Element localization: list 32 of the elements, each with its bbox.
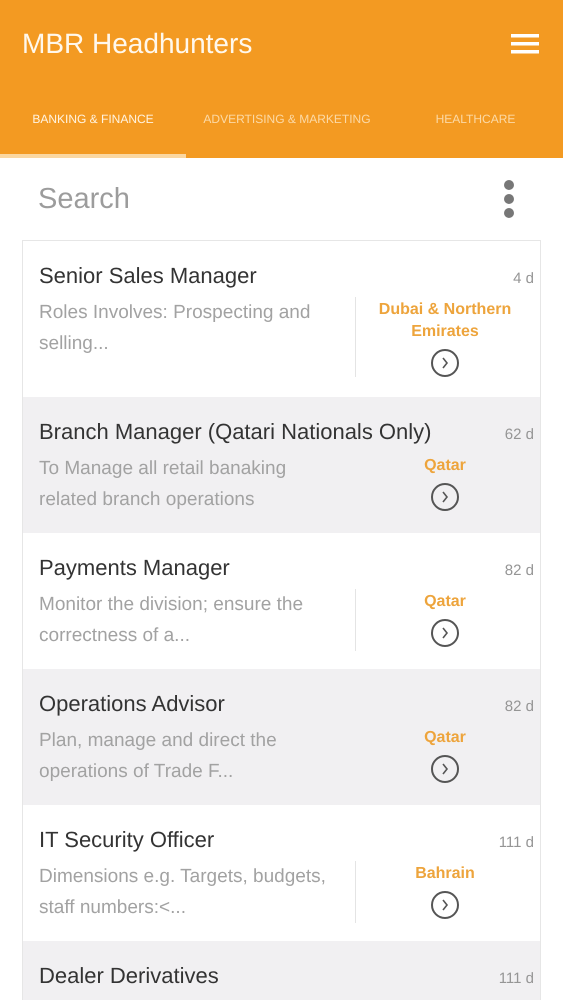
- job-title: Senior Sales Manager: [39, 263, 257, 289]
- job-description: Dimensions e.g. Targets, budgets, staff numbers:<...: [39, 865, 327, 920]
- job-age: 82 d: [504, 698, 534, 715]
- job-age: 62 d: [504, 426, 534, 443]
- chevron-right-icon[interactable]: [431, 755, 459, 783]
- job-title: Dealer Derivatives: [39, 963, 219, 989]
- job-title: Payments Manager: [39, 555, 230, 581]
- job-location: Dubai & Northern Emirates: [378, 300, 512, 342]
- app-title: MBR Headhunters: [22, 28, 252, 60]
- job-description: Plan, manage and direct the operations of Trade F...: [39, 729, 278, 784]
- job-location: Qatar: [424, 728, 466, 748]
- job-description: Monitor the division; ensure the correctness of a...: [39, 593, 304, 648]
- chevron-right-icon[interactable]: [431, 349, 459, 377]
- job-title: Operations Advisor: [39, 691, 225, 717]
- chevron-right-icon[interactable]: [431, 891, 459, 919]
- job-row[interactable]: Operations Advisor 82 d Plan, manage and direct the operations of Trade F... Qatar: [23, 669, 540, 805]
- job-age: 4 d: [513, 270, 534, 287]
- job-description: Roles Involves: Prospecting and selling...: [39, 301, 312, 356]
- more-options-icon[interactable]: [503, 179, 515, 219]
- job-age: 82 d: [504, 562, 534, 579]
- job-location: Qatar: [424, 456, 466, 476]
- chevron-right-icon[interactable]: [431, 619, 459, 647]
- job-row[interactable]: Branch Manager (Qatari Nationals Only) 62 d To Manage all retail banaking related branch operations Qatar: [23, 397, 540, 533]
- job-age: 111 d: [498, 970, 534, 987]
- job-age: 111 d: [498, 834, 534, 851]
- job-title: Branch Manager (Qatari Nationals Only): [39, 419, 432, 445]
- job-location: Bahrain: [415, 864, 475, 884]
- job-description: To Manage all retail banaking related branch operations: [39, 457, 288, 512]
- job-row[interactable]: Dealer Derivatives 111 d: [23, 941, 540, 1000]
- job-location: Qatar: [424, 592, 466, 612]
- chevron-right-icon[interactable]: [431, 483, 459, 511]
- job-title: IT Security Officer: [39, 827, 214, 853]
